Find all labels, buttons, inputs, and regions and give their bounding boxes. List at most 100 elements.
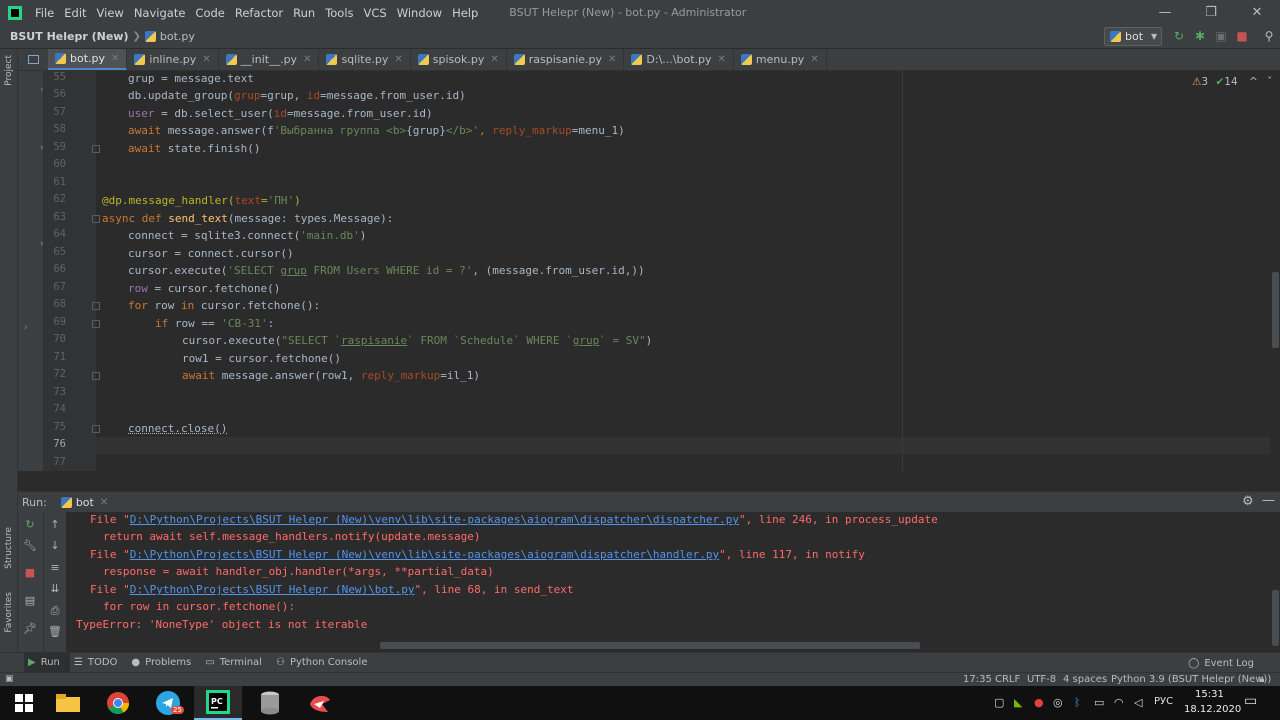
close-tab-icon[interactable]: ✕ <box>394 54 402 65</box>
app-icon[interactable] <box>296 686 344 720</box>
close-tab-icon[interactable]: ✕ <box>490 54 498 65</box>
minimize-button[interactable]: — <box>1142 0 1188 25</box>
chrome-icon[interactable] <box>94 686 142 720</box>
fold-marker-icon[interactable] <box>92 302 100 310</box>
menu-vcs[interactable]: VCS <box>359 6 392 20</box>
tab-bot-py[interactable]: bot.py ✕ <box>48 49 128 70</box>
menu-tools[interactable]: Tools <box>320 6 358 20</box>
console-vertical-scrollbar[interactable] <box>1272 590 1279 646</box>
menu-code[interactable]: Code <box>190 6 229 20</box>
soft-wrap-icon[interactable]: ≡ <box>48 561 62 575</box>
run-configuration-select[interactable]: bot ▼ <box>1104 27 1162 46</box>
event-log-button[interactable]: ◯ Event Log <box>1188 653 1254 673</box>
fold-marker-icon[interactable] <box>92 425 100 433</box>
file-encoding[interactable]: UTF-8 <box>1027 673 1056 687</box>
close-tab-icon[interactable]: ✕ <box>303 54 311 65</box>
steam-icon[interactable]: ◎ <box>1053 696 1063 709</box>
telegram-icon[interactable]: 25 <box>144 686 192 720</box>
structure-tool-button[interactable]: Structure <box>4 527 14 569</box>
wrench-icon[interactable]: 🔧︎ <box>23 539 37 553</box>
close-window-button[interactable]: ✕ <box>1234 0 1280 25</box>
chevron-up-icon[interactable]: ^ <box>1249 76 1258 88</box>
favorites-tool-button[interactable]: Favorites <box>4 592 14 633</box>
menu-view[interactable]: View <box>92 6 129 20</box>
tray-icon[interactable]: ▢ <box>994 696 1004 709</box>
wifi-icon[interactable]: ◠ <box>1114 696 1124 709</box>
menu-help[interactable]: Help <box>447 6 483 20</box>
database-app-icon[interactable] <box>246 686 294 720</box>
run-coverage-icon[interactable]: ▣ <box>1214 29 1228 44</box>
stop-icon[interactable]: ■ <box>23 566 37 580</box>
tab-d-bot-py[interactable]: D:\...\bot.py ✕ <box>624 49 734 70</box>
menu-file[interactable]: File <box>30 6 59 20</box>
arrow-down-icon[interactable]: ↓ <box>48 539 62 553</box>
rerun-icon[interactable]: ↻ <box>1172 29 1186 44</box>
run-tool-button[interactable]: ▶ Run <box>24 652 70 673</box>
breadcrumb-project[interactable]: BSUT Helepr (New) <box>10 30 128 43</box>
project-tool-button[interactable]: Project <box>4 55 14 86</box>
language-indicator[interactable]: РУС <box>1154 696 1173 707</box>
traceback-link[interactable]: D:\Python\Projects\BSUT Helepr (New)\ven… <box>130 548 719 561</box>
hide-panel-icon[interactable]: — <box>1262 493 1275 508</box>
close-tab-icon[interactable]: ✕ <box>810 54 818 65</box>
menu-navigate[interactable]: Navigate <box>129 6 191 20</box>
clock-time[interactable]: 15:31 <box>1195 689 1224 700</box>
indent-setting[interactable]: 4 spaces <box>1063 673 1107 687</box>
layout-icon[interactable]: ▤ <box>23 594 37 608</box>
windows-start-icon[interactable] <box>0 686 48 720</box>
python-interpreter[interactable]: Python 3.9 (BSUT Helepr (New)) <box>1111 673 1271 687</box>
tab-raspisanie-py[interactable]: raspisanie.py ✕ <box>507 49 625 70</box>
console-horizontal-scrollbar[interactable] <box>380 642 920 649</box>
file-explorer-icon[interactable] <box>44 686 92 720</box>
pin-icon[interactable]: 📌︎ <box>23 622 37 636</box>
tab-sqlite-py[interactable]: sqlite.py ✕ <box>319 49 411 70</box>
fold-marker-icon[interactable] <box>92 215 100 223</box>
caret-position[interactable]: 17:35 <box>963 673 992 687</box>
arrow-up-icon[interactable]: ↑ <box>48 518 62 532</box>
line-separator[interactable]: CRLF <box>995 673 1020 687</box>
tab-inline-py[interactable]: inline.py ✕ <box>127 49 219 70</box>
close-tab-icon[interactable]: ✕ <box>100 497 108 508</box>
debug-icon[interactable]: ✱ <box>1193 29 1207 44</box>
bluetooth-icon[interactable]: ᛒ <box>1074 696 1081 709</box>
stop-icon[interactable]: ■ <box>1235 29 1249 44</box>
search-icon[interactable]: ⚲ <box>1262 29 1276 44</box>
fold-marker-icon[interactable] <box>92 320 100 328</box>
run-tab-bot[interactable]: bot ✕ <box>60 496 108 509</box>
problems-tool-button[interactable]: ● Problems <box>127 653 201 673</box>
fold-marker-icon[interactable] <box>92 145 100 153</box>
tab-spisok-py[interactable]: spisok.py ✕ <box>411 49 507 70</box>
notifications-icon[interactable]: ▭ <box>1244 693 1257 709</box>
terminal-tool-button[interactable]: ▭ Terminal <box>201 653 272 673</box>
menu-run[interactable]: Run <box>288 6 320 20</box>
battery-icon[interactable]: ▭ <box>1094 696 1104 709</box>
lock-icon[interactable]: 🔒︎ <box>1259 673 1264 687</box>
breadcrumb-file[interactable]: bot.py <box>160 30 195 43</box>
close-tab-icon[interactable]: ✕ <box>608 54 616 65</box>
close-tab-icon[interactable]: ✕ <box>111 53 119 64</box>
chevron-right-icon[interactable]: › <box>24 323 28 333</box>
pycharm-taskbar-icon[interactable]: PC <box>194 686 242 720</box>
traceback-link[interactable]: D:\Python\Projects\BSUT Helepr (New)\bot… <box>130 583 415 596</box>
menu-refactor[interactable]: Refactor <box>230 6 288 20</box>
chevron-down-icon[interactable]: ˇ <box>1267 76 1272 88</box>
menu-edit[interactable]: Edit <box>59 6 91 20</box>
close-tab-icon[interactable]: ✕ <box>202 54 210 65</box>
rerun-icon[interactable]: ↻ <box>23 518 37 532</box>
tab-menu-py[interactable]: menu.py ✕ <box>734 49 827 70</box>
clock-date[interactable]: 18.12.2020 <box>1184 704 1241 715</box>
inspection-widget[interactable]: ⚠3 ✔14 ^ ˇ <box>1192 76 1272 88</box>
project-panel-icon[interactable] <box>18 49 48 70</box>
trash-icon[interactable]: 🗑︎ <box>48 625 62 639</box>
tab-init-py[interactable]: __init__.py ✕ <box>219 49 320 70</box>
todo-tool-button[interactable]: ☰ TODO <box>70 653 128 673</box>
antivirus-icon[interactable]: ● <box>1034 696 1044 709</box>
menu-window[interactable]: Window <box>392 6 447 20</box>
scroll-to-end-icon[interactable]: ⇊ <box>48 582 62 596</box>
nvidia-icon[interactable]: ◣ <box>1014 696 1022 709</box>
traceback-link[interactable]: D:\Python\Projects\BSUT Helepr (New)\ven… <box>130 513 739 526</box>
editor-scrollbar[interactable] <box>1272 272 1279 348</box>
gear-icon[interactable]: ⚙ <box>1242 494 1254 509</box>
volume-icon[interactable]: ◁ <box>1134 696 1142 709</box>
close-tab-icon[interactable]: ✕ <box>718 54 726 65</box>
